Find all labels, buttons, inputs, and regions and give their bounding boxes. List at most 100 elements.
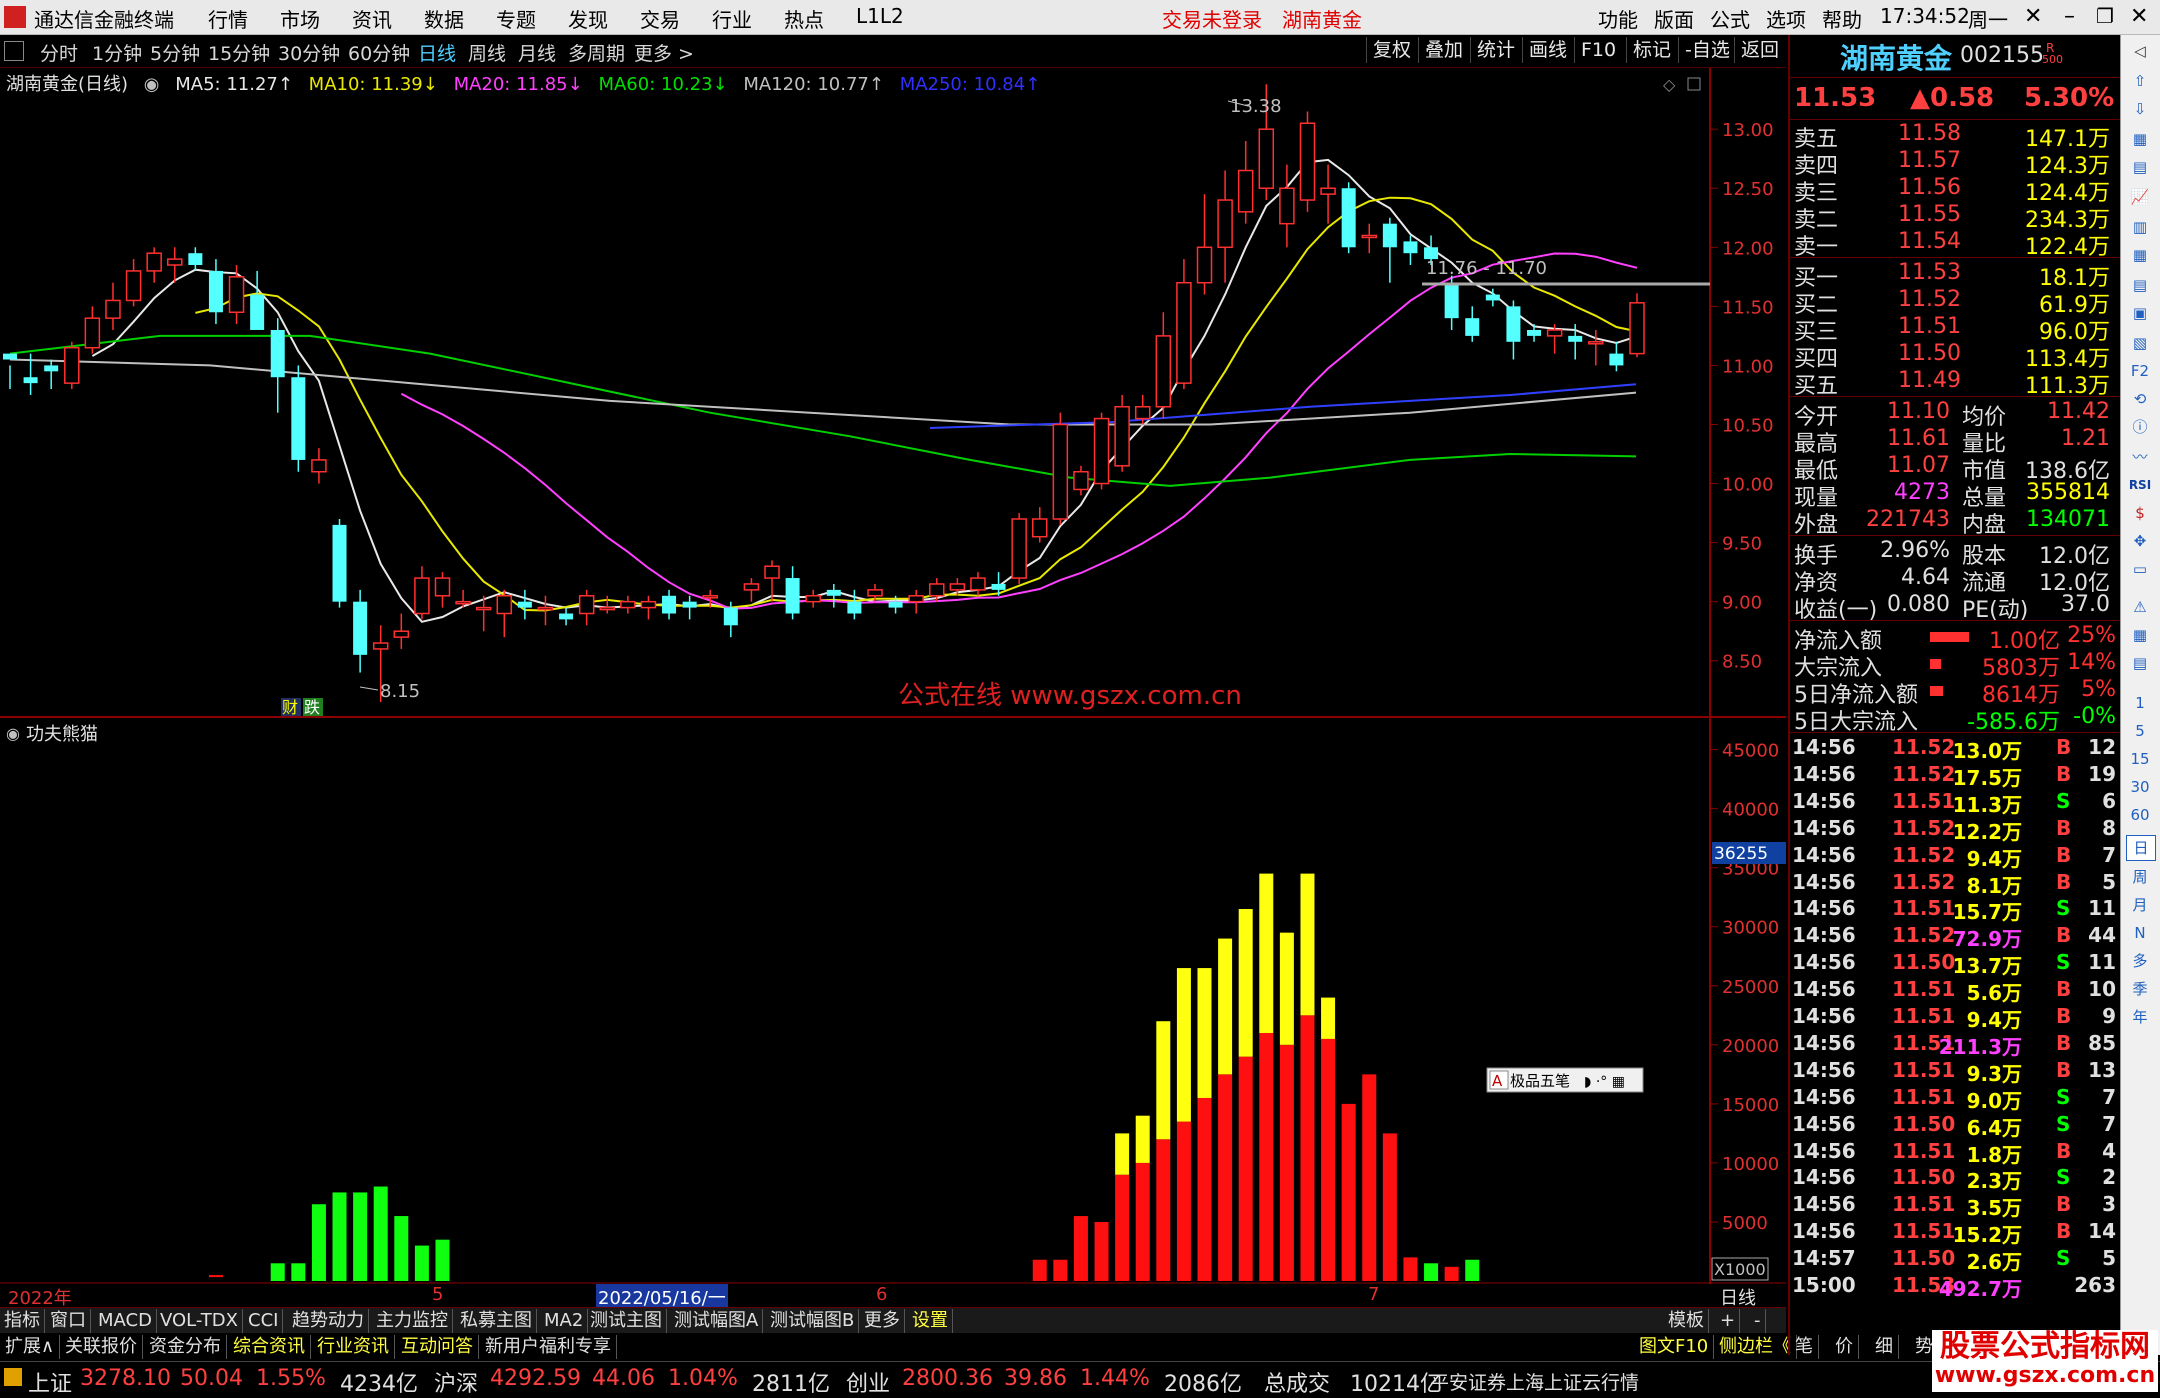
indicator-bar[interactable] — [1238, 909, 1253, 1281]
down-badge[interactable]: 跌 — [304, 698, 320, 717]
indicator-bar[interactable] — [394, 1216, 409, 1281]
tab-more[interactable]: 更多 — [860, 1309, 905, 1333]
indicator-bar[interactable] — [311, 1204, 326, 1281]
candle[interactable] — [146, 247, 162, 283]
candle[interactable] — [84, 306, 101, 354]
period-1-icon[interactable]: 1 — [2126, 691, 2154, 715]
self-select-button[interactable]: -自选 — [1678, 37, 1736, 63]
indicator-bar[interactable] — [1094, 1221, 1109, 1281]
tab-main-monitor[interactable]: 主力监控 — [372, 1309, 453, 1333]
indicator-bar[interactable] — [1053, 1259, 1068, 1281]
tab-test-main[interactable]: 测试主图 — [586, 1309, 667, 1333]
period-60min[interactable]: 60分钟 — [348, 39, 410, 66]
chart-diamond-icon[interactable]: ◇ — [1663, 75, 1676, 94]
candle[interactable] — [1506, 300, 1521, 360]
candle[interactable] — [559, 607, 574, 626]
tab-trend-power[interactable]: 趋势动力 — [288, 1309, 369, 1333]
tab-test-sub-b[interactable]: 测试幅图B — [766, 1309, 860, 1333]
trade-login-status[interactable]: 交易未登录 — [1162, 4, 1262, 33]
money-icon[interactable]: $ — [2126, 501, 2154, 525]
chart-b-icon[interactable]: ▤ — [2126, 155, 2154, 179]
candle[interactable] — [250, 270, 265, 330]
down-arrow-icon[interactable]: ⇩ — [2126, 97, 2154, 121]
toggle-panel-icon[interactable] — [4, 41, 24, 61]
side-icon-season[interactable]: 季 — [2126, 977, 2154, 1001]
indicator-bar[interactable] — [1032, 1259, 1047, 1281]
doc-icon[interactable]: ▭ — [2126, 557, 2154, 581]
candle[interactable] — [125, 259, 142, 307]
candle[interactable] — [208, 259, 223, 325]
candle[interactable] — [970, 572, 986, 596]
menu-item-hot[interactable]: 热点 — [784, 4, 824, 33]
candle[interactable] — [3, 353, 17, 390]
side-icon-year[interactable]: 年 — [2126, 1005, 2154, 1029]
menu-item-market[interactable]: 市场 — [280, 4, 320, 33]
adjust-button[interactable]: 复权 — [1366, 37, 1417, 63]
candle[interactable] — [908, 589, 924, 614]
candle[interactable] — [44, 359, 59, 390]
candle[interactable] — [1155, 312, 1172, 419]
bid-row[interactable]: 买三 11.51 96.0万 — [1790, 314, 2120, 345]
bid-row[interactable]: 买二 11.52 61.9万 — [1790, 287, 2120, 318]
sh-index-label[interactable]: 上证 — [28, 1366, 72, 1398]
indicator-bar[interactable] — [1073, 1216, 1088, 1281]
alert-icon[interactable]: ⚠ — [2126, 595, 2154, 619]
candle[interactable] — [805, 589, 821, 608]
candle[interactable] — [517, 589, 532, 620]
tab-private-main[interactable]: 私募主图 — [456, 1309, 537, 1333]
indicator-chart[interactable]: ◉ 功夫熊猫 450004000035000300002500020000150… — [0, 718, 1786, 1284]
zoom-out-button[interactable]: - — [1750, 1309, 1766, 1333]
menu-item-trade[interactable]: 交易 — [640, 4, 680, 33]
side-icon-n[interactable]: N — [2126, 921, 2154, 945]
period-daily[interactable]: 日线 — [418, 39, 456, 66]
candle[interactable] — [662, 589, 677, 620]
candle[interactable] — [332, 518, 347, 608]
minimize-icon[interactable]: – — [2064, 4, 2075, 29]
candle[interactable] — [270, 318, 285, 413]
candle[interactable] — [847, 589, 862, 620]
ask-row[interactable]: 卖三 11.56 124.4万 — [1790, 175, 2120, 206]
ask-row[interactable]: 卖五 11.58 147.1万 — [1790, 121, 2120, 152]
candle[interactable] — [682, 595, 697, 620]
ext-sidebar[interactable]: 侧边栏《 — [1714, 1335, 1797, 1359]
indicator-bar[interactable] — [1156, 1021, 1171, 1281]
tab-vol-tdx[interactable]: VOL-TDX — [156, 1309, 243, 1333]
candle[interactable] — [1031, 507, 1048, 543]
ext-expand[interactable]: 扩展∧ — [0, 1335, 61, 1359]
indicator-bar[interactable] — [414, 1245, 429, 1281]
side-icon-week[interactable]: 周 — [2126, 865, 2154, 889]
draw-button[interactable]: 画线 — [1522, 37, 1573, 63]
candle[interactable] — [1176, 259, 1192, 390]
ext-industry-news[interactable]: 行业资讯 — [312, 1335, 395, 1359]
grid2-icon[interactable]: ▦ — [2126, 623, 2154, 647]
tab-cci[interactable]: CCI — [244, 1309, 284, 1333]
candle[interactable] — [599, 595, 616, 614]
indicator-toggle-icon[interactable]: ◉ — [6, 724, 20, 743]
candle[interactable] — [1196, 194, 1213, 295]
candle[interactable] — [1629, 293, 1645, 358]
period-5min[interactable]: 5分钟 — [150, 39, 200, 66]
indicator-bar[interactable] — [373, 1186, 388, 1281]
candle[interactable] — [1361, 223, 1378, 254]
restore-icon[interactable]: ❐ — [2096, 4, 2114, 28]
menu-function[interactable]: 功能 — [1598, 4, 1638, 33]
ext-qa[interactable]: 互动问答 — [396, 1335, 479, 1359]
candle[interactable] — [743, 578, 760, 602]
indicator-bar[interactable] — [353, 1192, 368, 1281]
indicator-bar[interactable] — [270, 1263, 285, 1281]
candle[interactable] — [785, 566, 800, 620]
menu-item-data[interactable]: 数据 — [424, 4, 464, 33]
chart-expand-icon[interactable] — [1687, 77, 1701, 91]
candle[interactable] — [1114, 394, 1130, 472]
finance-icon[interactable]: ▣ — [2126, 301, 2154, 325]
indicator-bar[interactable] — [1218, 938, 1233, 1281]
report-icon[interactable]: ▧ — [2126, 331, 2154, 355]
candle[interactable] — [1465, 306, 1480, 342]
tab-indicator[interactable]: 指标 — [0, 1309, 45, 1333]
indicator-bar[interactable] — [1465, 1259, 1480, 1281]
chart-a-icon[interactable]: ▦ — [2126, 127, 2154, 151]
period-multi[interactable]: 多周期 — [568, 39, 625, 66]
ask-row[interactable]: 卖一 11.54 122.4万 — [1790, 229, 2120, 260]
close-icon[interactable]: ✕ — [2130, 4, 2148, 29]
menu-item-discover[interactable]: 发现 — [568, 4, 608, 33]
